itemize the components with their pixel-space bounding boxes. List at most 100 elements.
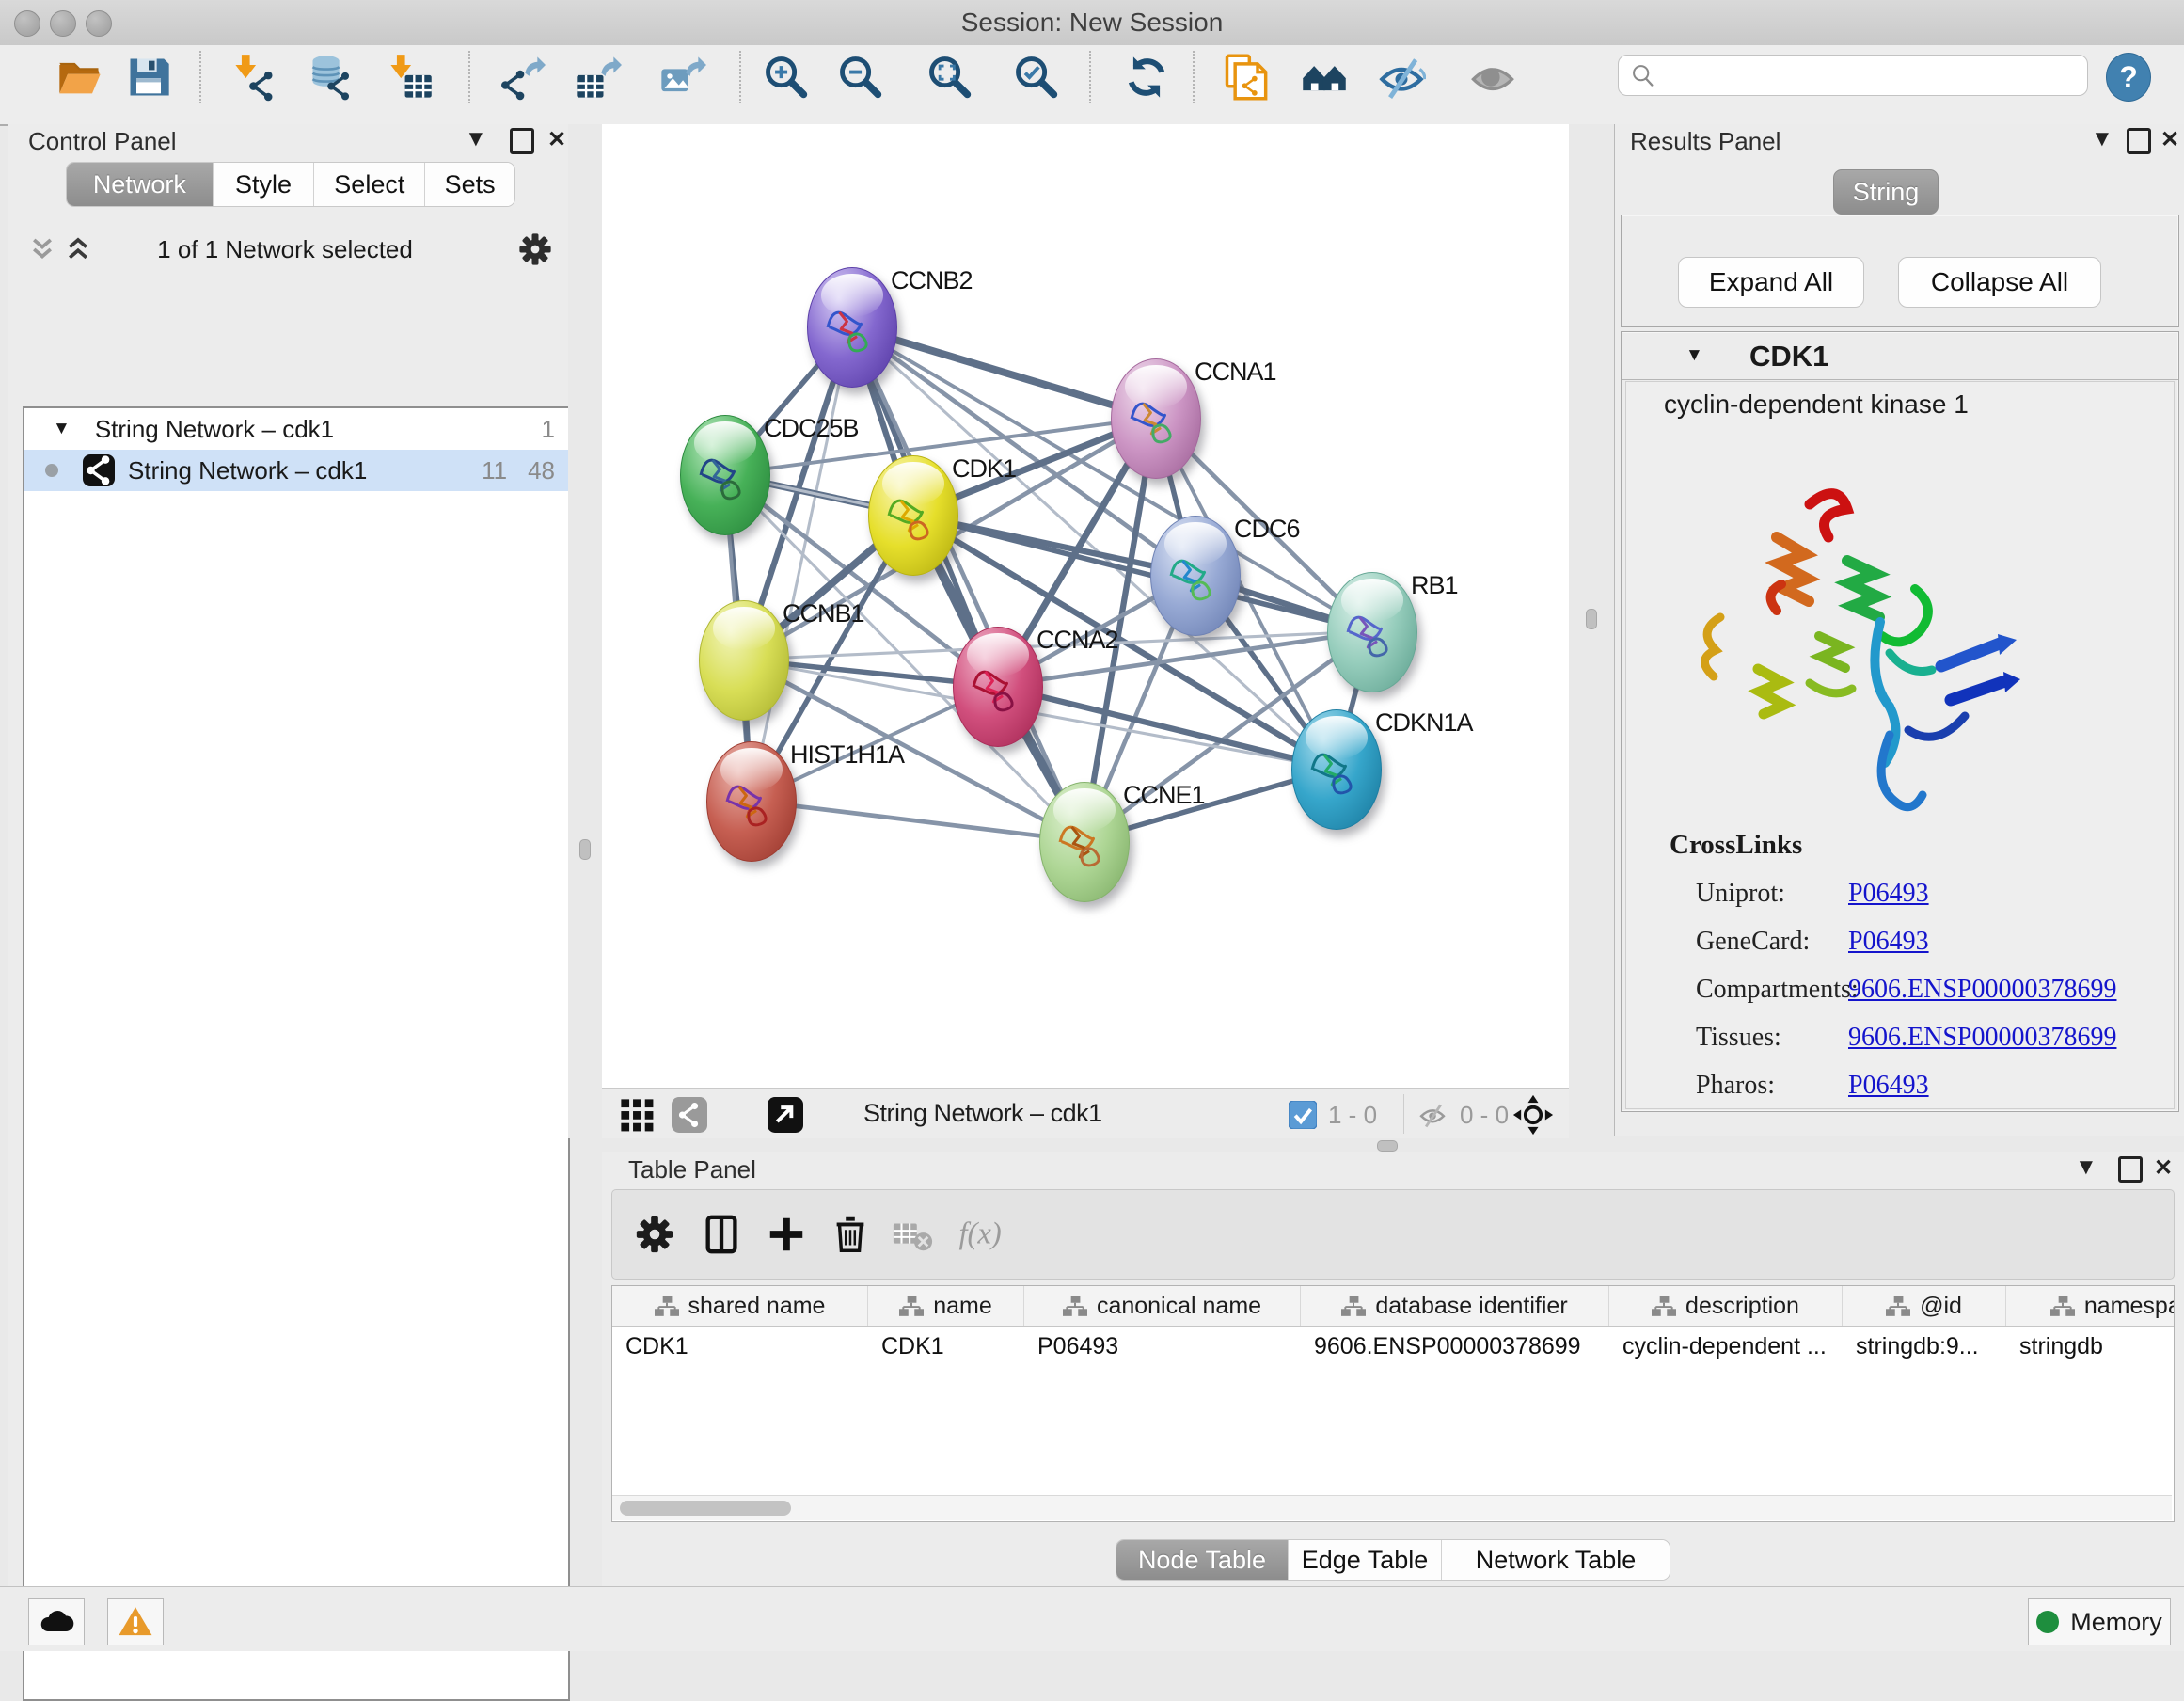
tab-select[interactable]: Select [313, 163, 424, 206]
column-header-canonical-name[interactable]: canonical name [1024, 1286, 1301, 1326]
memory-button[interactable]: Memory [2028, 1598, 2171, 1645]
network-row[interactable]: String Network – cdk1 11 48 [24, 450, 568, 491]
network-node-cdkn1a[interactable] [1291, 709, 1382, 830]
network-node-cdc25b[interactable] [680, 415, 770, 535]
expand-all-chevron-icon[interactable] [64, 235, 92, 263]
control-panel-collapse-icon[interactable]: ▼ [465, 126, 487, 152]
warning-button[interactable] [107, 1598, 164, 1645]
new-network-from-selection-icon[interactable] [1221, 53, 1270, 102]
table-cell[interactable]: 9606.ENSP00000378699 [1301, 1327, 1609, 1365]
right-splitter-handle[interactable] [1586, 609, 1597, 629]
results-panel-float-icon[interactable] [2127, 128, 2151, 159]
zoom-selected-icon[interactable] [1012, 53, 1061, 102]
right-splitter[interactable] [1569, 124, 1614, 1138]
tab-node-table[interactable]: Node Table [1116, 1540, 1288, 1580]
import-network-database-icon[interactable] [307, 53, 356, 102]
search-input[interactable] [1656, 57, 2087, 93]
column-header-name[interactable]: name [868, 1286, 1024, 1326]
column-header-at-id[interactable]: @id [1843, 1286, 2006, 1326]
hidden-eye-slash-icon[interactable] [1416, 1101, 1448, 1129]
table-panel-close-icon[interactable]: ✕ [2154, 1154, 2173, 1182]
birds-eye-crosshair-icon[interactable] [1512, 1094, 1554, 1136]
protein-card-header[interactable]: ▼ CDK1 [1622, 332, 2178, 380]
control-panel-close-icon[interactable]: ✕ [547, 126, 566, 153]
protein-expander-icon[interactable]: ▼ [1685, 345, 1703, 366]
show-all-eye-icon[interactable] [1468, 53, 1517, 102]
column-header-namespace[interactable]: namespace [2006, 1286, 2175, 1326]
crosslink-link[interactable]: P06493 [1848, 1071, 1929, 1101]
network-node-ccna2[interactable] [953, 627, 1043, 747]
table-panel-collapse-icon[interactable]: ▼ [2075, 1154, 2097, 1181]
hide-selected-eye-icon[interactable] [1377, 53, 1426, 102]
table-cell[interactable]: P06493 [1024, 1327, 1301, 1365]
refresh-view-icon[interactable] [1122, 53, 1171, 102]
tab-string[interactable]: String [1833, 169, 1939, 215]
save-session-floppy-icon[interactable] [124, 53, 173, 102]
crosslink-link[interactable]: 9606.ENSP00000378699 [1848, 1023, 2116, 1053]
column-header-description[interactable]: description [1609, 1286, 1843, 1326]
cloud-button[interactable] [28, 1598, 85, 1645]
table-cell[interactable]: CDK1 [612, 1327, 868, 1365]
table-cell[interactable]: CDK1 [868, 1327, 1024, 1365]
grid-view-icon[interactable] [619, 1097, 655, 1133]
control-panel-float-icon[interactable] [510, 128, 534, 159]
horizontal-splitter[interactable] [602, 1138, 2184, 1152]
network-node-ccnb1[interactable] [699, 600, 789, 721]
results-panel-close-icon[interactable]: ✕ [2160, 126, 2179, 153]
add-column-icon[interactable] [765, 1213, 808, 1256]
network-node-rb1[interactable] [1327, 572, 1417, 692]
tab-network-table[interactable]: Network Table [1441, 1540, 1670, 1580]
left-splitter[interactable] [568, 124, 602, 1138]
help-button[interactable]: ? [2106, 53, 2151, 102]
protein-thumbnail [882, 477, 941, 552]
zoom-out-icon[interactable] [836, 53, 885, 102]
table-panel-float-icon[interactable] [2118, 1156, 2143, 1187]
tree-expander-icon[interactable]: ▼ [53, 419, 71, 439]
tab-sets[interactable]: Sets [424, 163, 514, 206]
network-node-ccnb2[interactable] [807, 267, 897, 388]
collapse-all-chevron-icon[interactable] [28, 235, 56, 263]
column-header-shared-name[interactable]: shared name [612, 1286, 868, 1326]
network-node-ccne1[interactable] [1039, 782, 1130, 902]
scrollbar-thumb[interactable] [620, 1501, 791, 1516]
network-canvas[interactable]: CCNB2CCNA1CDC25BCDK1CDC6RB1CCNB1CCNA2CDK… [602, 124, 1569, 1088]
columns-icon[interactable] [701, 1213, 744, 1256]
network-share-icon[interactable] [672, 1097, 707, 1133]
left-splitter-handle[interactable] [579, 839, 591, 860]
open-session-folder-icon[interactable] [55, 53, 104, 102]
tab-style[interactable]: Style [213, 163, 314, 206]
crosslink-link[interactable]: P06493 [1848, 879, 1929, 909]
tab-network[interactable]: Network [67, 163, 213, 206]
horizontal-splitter-handle[interactable] [1377, 1140, 1398, 1152]
table-gear-icon[interactable] [633, 1213, 676, 1256]
zoom-fit-content-icon[interactable] [926, 53, 974, 102]
network-node-cdk1[interactable] [868, 455, 958, 576]
table-cell[interactable]: stringdb:9... [1843, 1327, 2006, 1365]
delete-column-trash-icon[interactable] [829, 1213, 872, 1256]
network-collection-row[interactable]: ▼ String Network – cdk1 1 [24, 408, 568, 450]
network-node-cdc6[interactable] [1150, 516, 1241, 636]
zoom-in-icon[interactable] [762, 53, 811, 102]
results-panel-collapse-icon[interactable]: ▼ [2091, 126, 2113, 152]
import-network-file-icon[interactable] [230, 53, 279, 102]
network-node-hist1h1a[interactable] [706, 741, 797, 862]
table-cell[interactable]: stringdb [2006, 1327, 2175, 1365]
houses-icon[interactable] [1300, 53, 1349, 102]
detach-view-icon[interactable] [768, 1097, 803, 1133]
crosslink-link[interactable]: P06493 [1848, 927, 1929, 957]
crosslink-link[interactable]: 9606.ENSP00000378699 [1848, 975, 2116, 1005]
export-image-icon[interactable] [657, 53, 706, 102]
column-header-database-identifier[interactable]: database identifier [1301, 1286, 1609, 1326]
horizontal-scrollbar[interactable] [612, 1495, 2172, 1520]
export-network-icon[interactable] [497, 53, 546, 102]
network-options-gear-icon[interactable] [515, 230, 555, 269]
table-row[interactable]: CDK1CDK1P064939606.ENSP00000378699cyclin… [612, 1327, 2175, 1365]
expand-all-button[interactable]: Expand All [1678, 257, 1864, 308]
table-cell[interactable]: cyclin-dependent ... [1609, 1327, 1843, 1365]
selected-checkbox-icon[interactable] [1289, 1101, 1317, 1129]
collapse-all-button[interactable]: Collapse All [1898, 257, 2101, 308]
import-table-file-icon[interactable] [386, 53, 435, 102]
export-table-icon[interactable] [573, 53, 622, 102]
network-node-ccna1[interactable] [1111, 358, 1201, 479]
tab-edge-table[interactable]: Edge Table [1288, 1540, 1441, 1580]
